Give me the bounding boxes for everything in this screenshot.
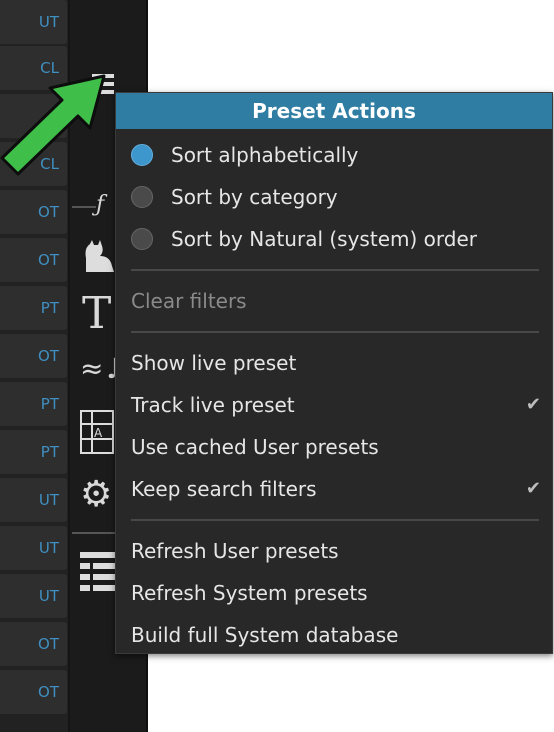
tag-cell[interactable]: UT — [0, 0, 67, 44]
cat-icon[interactable] — [80, 238, 116, 276]
menu-title: Preset Actions — [116, 93, 552, 129]
radio-unselected-icon — [131, 186, 153, 208]
option-label: Sort by category — [171, 185, 338, 209]
tag-cell[interactable]: UT — [0, 526, 67, 570]
tag-cell[interactable]: UT — [0, 574, 67, 618]
svg-text:A: A — [94, 426, 103, 440]
radio-unselected-icon — [131, 228, 153, 250]
tag-cell[interactable]: OT — [0, 622, 67, 666]
menu-separator — [131, 269, 539, 271]
radio-selected-icon — [131, 144, 153, 166]
tag-cell[interactable]: OT — [0, 334, 67, 378]
tag-cell[interactable]: OT — [0, 670, 67, 714]
table-icon[interactable] — [80, 550, 116, 594]
use-cached-user-presets-item[interactable]: Use cached User presets — [131, 427, 541, 467]
build-system-database-item[interactable]: Build full System database — [131, 615, 541, 655]
item-label: Use cached User presets — [131, 435, 379, 459]
divider — [72, 206, 96, 208]
tag-cell[interactable]: PT — [0, 286, 67, 330]
sort-by-category-option[interactable]: Sort by category — [131, 177, 541, 217]
item-label: Show live preset — [131, 351, 297, 375]
tag-cell[interactable]: OT — [0, 238, 67, 282]
preset-actions-menu: Preset Actions Sort alphabetically Sort … — [115, 92, 553, 654]
tag-cell[interactable]: UT — [0, 478, 67, 522]
checkmark-icon: ✔ — [525, 478, 541, 499]
menu-separator — [131, 331, 539, 333]
text-icon[interactable]: T — [82, 288, 111, 339]
divider — [72, 532, 116, 534]
item-label: Track live preset — [131, 393, 295, 417]
pointer-arrow-icon — [0, 74, 106, 176]
option-label: Sort alphabetically — [171, 143, 359, 167]
clear-filters-item[interactable]: Clear filters — [131, 281, 541, 321]
tag-cell[interactable]: PT — [0, 430, 67, 474]
sort-natural-order-option[interactable]: Sort by Natural (system) order — [131, 219, 541, 259]
checkmark-icon: ✔ — [525, 394, 541, 415]
gear-icon[interactable]: ⚙ — [80, 474, 112, 515]
menu-separator — [131, 519, 539, 521]
sort-alphabetically-option[interactable]: Sort alphabetically — [131, 135, 541, 175]
option-label: Sort by Natural (system) order — [171, 227, 477, 251]
track-live-preset-item[interactable]: Track live preset ✔ — [131, 385, 541, 425]
tag-cell[interactable]: OT — [0, 190, 67, 234]
function-icon[interactable]: ƒ — [96, 192, 104, 217]
refresh-system-presets-item[interactable]: Refresh System presets — [131, 573, 541, 613]
tag-cell[interactable]: PT — [0, 382, 67, 426]
show-live-preset-item[interactable]: Show live preset — [131, 343, 541, 383]
refresh-user-presets-item[interactable]: Refresh User presets — [131, 531, 541, 571]
grid-letter-icon[interactable]: A — [80, 410, 114, 454]
item-label: Keep search filters — [131, 477, 317, 501]
keep-search-filters-item[interactable]: Keep search filters ✔ — [131, 469, 541, 509]
